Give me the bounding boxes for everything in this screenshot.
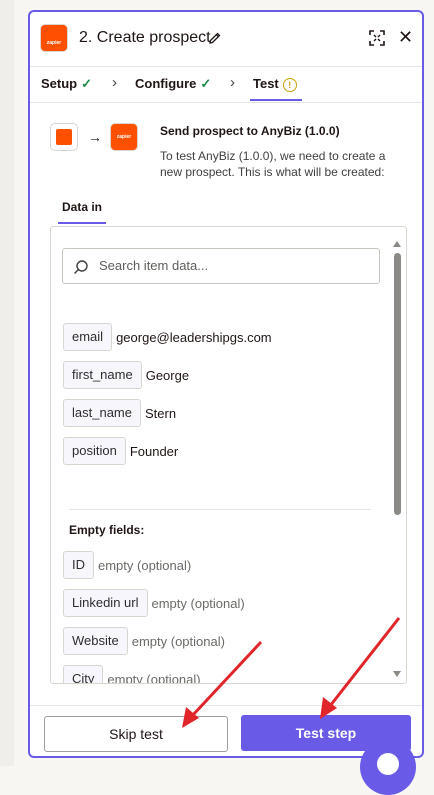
field-value: empty (optional): [151, 595, 245, 611]
scroll-up-arrow[interactable]: [393, 241, 401, 247]
tab-configure[interactable]: Configure ✓: [135, 76, 211, 92]
action-summary-title: Send prospect to AnyBiz (1.0.0): [160, 124, 340, 138]
panel-footer: Skip test Test step: [30, 705, 422, 756]
empty-fields-heading: Empty fields:: [69, 523, 145, 537]
field-key[interactable]: first_name: [63, 361, 142, 389]
chevron-right-icon: ›: [112, 74, 117, 91]
scrollbar-thumb[interactable]: [394, 253, 401, 515]
action-summary-description: To test AnyBiz (1.0.0), we need to creat…: [160, 149, 386, 179]
expand-icon[interactable]: [368, 29, 386, 47]
arrow-right-icon: →: [88, 129, 102, 145]
field-key[interactable]: City: [63, 665, 104, 683]
scroll-down-arrow[interactable]: [393, 671, 401, 677]
step-panel: zapier 2. Create prospect ✕ Setup ✓ › Con…: [28, 10, 424, 758]
tab-data-in[interactable]: Data in: [62, 200, 102, 214]
canvas-edge: [0, 0, 14, 766]
active-tab-indicator: [250, 99, 302, 101]
field-row: email george@leadershipgs.com: [63, 323, 272, 351]
zapier-logo-icon: zapier: [40, 24, 68, 52]
step-title[interactable]: 2. Create prospect: [79, 29, 211, 47]
tab-configure-label: Configure: [135, 76, 197, 91]
field-value: empty (optional): [107, 671, 201, 684]
divider: [69, 509, 371, 510]
field-value: Founder: [129, 443, 179, 459]
field-value: empty (optional): [131, 633, 225, 649]
tab-test[interactable]: Test!: [253, 76, 297, 92]
empty-field-row: Linkedin url empty (optional): [63, 589, 245, 617]
check-icon: ✓: [81, 76, 93, 91]
empty-field-row: Website empty (optional): [63, 627, 225, 655]
field-value: empty (optional): [98, 557, 192, 573]
field-value: george@leadershipgs.com: [116, 329, 272, 345]
tab-setup-label: Setup: [41, 76, 78, 91]
app-icon-text: zapier: [116, 134, 132, 140]
empty-field-row: ID empty (optional): [63, 551, 191, 579]
field-value: George: [145, 367, 190, 383]
trigger-app-icon: [50, 123, 78, 151]
chevron-right-icon: ›: [230, 74, 235, 91]
field-key[interactable]: ID: [63, 551, 94, 579]
tab-setup[interactable]: Setup ✓: [41, 76, 92, 92]
logo-text: zapier: [46, 40, 62, 46]
help-chat-button[interactable]: [360, 739, 416, 795]
search-icon: [74, 260, 88, 274]
zapier-app-icon: zapier: [110, 123, 138, 151]
check-icon: ✓: [200, 76, 212, 91]
close-icon[interactable]: ✕: [398, 27, 413, 48]
field-value: Stern: [144, 405, 177, 421]
field-key[interactable]: email: [63, 323, 113, 351]
field-row: first_name George: [63, 361, 189, 389]
field-key[interactable]: position: [63, 437, 126, 465]
panel-header: zapier 2. Create prospect ✕: [30, 12, 422, 67]
field-row: last_name Stern: [63, 399, 176, 427]
search-input[interactable]: [97, 257, 371, 274]
empty-field-row: City empty (optional): [63, 665, 201, 684]
field-key[interactable]: Linkedin url: [63, 589, 148, 617]
data-in-panel: email george@leadershipgs.com first_name…: [50, 226, 407, 684]
data-in-tab-indicator: [58, 222, 106, 224]
field-row: position Founder: [63, 437, 178, 465]
tab-test-label: Test: [253, 76, 279, 91]
field-key[interactable]: last_name: [63, 399, 141, 427]
warning-icon: !: [282, 77, 297, 92]
search-box: [62, 248, 380, 284]
step-tabs: Setup ✓ › Configure ✓ › Test!: [30, 66, 422, 103]
skip-test-button[interactable]: Skip test: [44, 716, 228, 752]
field-key[interactable]: Website: [63, 627, 128, 655]
pencil-icon[interactable]: [208, 31, 222, 45]
